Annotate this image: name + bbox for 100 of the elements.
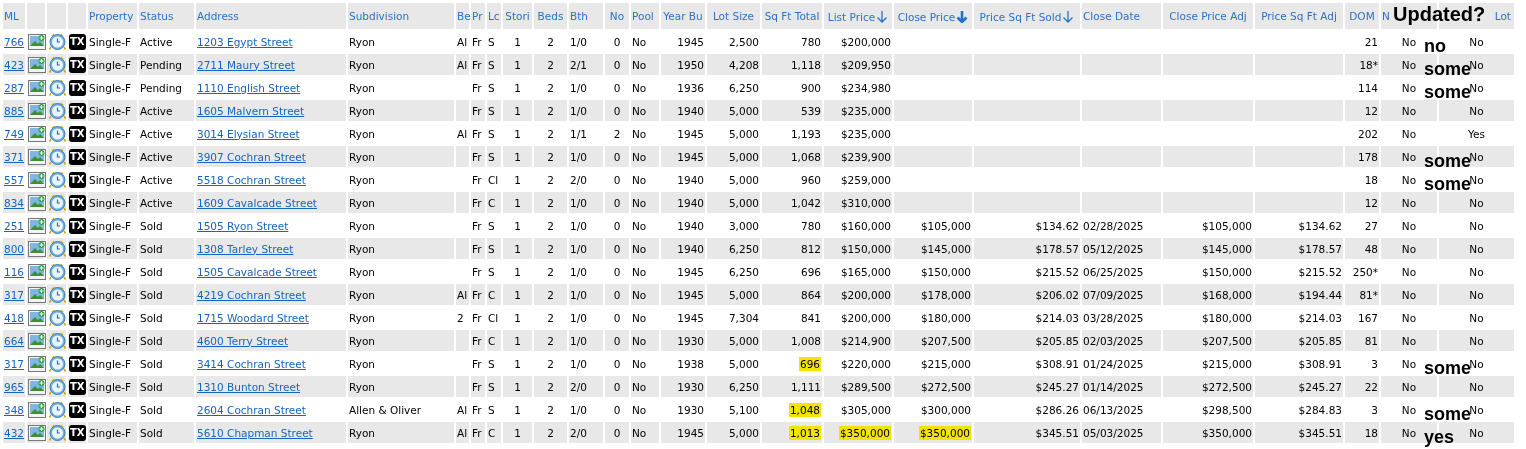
- address-link[interactable]: 1110 English Street: [197, 81, 301, 94]
- listing-number-link[interactable]: 317: [4, 357, 25, 370]
- listing-number-link[interactable]: 557: [4, 173, 25, 186]
- table-cell: 02/28/2025: [1083, 219, 1144, 232]
- photo-icon[interactable]: [28, 424, 46, 441]
- listing-number-link[interactable]: 766: [4, 35, 25, 48]
- table-cell: 1936: [677, 81, 704, 94]
- table-cell: 0: [613, 334, 621, 347]
- table-cell: No: [632, 311, 647, 324]
- alarm-clock-icon[interactable]: [48, 124, 67, 143]
- listing-number-link[interactable]: 287: [4, 81, 25, 94]
- table-cell: $298,500: [1201, 403, 1252, 416]
- photo-icon[interactable]: [28, 332, 46, 349]
- address-link[interactable]: 5518 Cochran Street: [197, 173, 306, 186]
- alarm-clock-icon[interactable]: [48, 32, 67, 51]
- column-header[interactable]: Lot: [1494, 10, 1511, 22]
- column-header[interactable]: N: [1382, 10, 1390, 22]
- table-cell: Yes: [1468, 127, 1485, 140]
- photo-icon[interactable]: [28, 79, 46, 96]
- table-cell: No: [1401, 58, 1417, 71]
- sort-arrow-icon[interactable]: [876, 9, 889, 23]
- photo-icon[interactable]: [28, 194, 46, 211]
- address-link[interactable]: 3414 Cochran Street: [197, 357, 306, 370]
- table-cell: Single-F: [89, 150, 132, 163]
- table-cell: 1/0: [570, 403, 587, 416]
- listing-number-link[interactable]: 749: [4, 127, 25, 140]
- photo-icon[interactable]: [28, 401, 46, 418]
- table-cell: 2/0: [570, 380, 587, 393]
- alarm-clock-icon[interactable]: [48, 239, 67, 258]
- table-cell: No: [1401, 127, 1417, 140]
- highlighted-value: $350,000: [838, 425, 891, 440]
- sort-arrow-icon[interactable]: [1062, 9, 1075, 23]
- alarm-clock-icon[interactable]: [48, 101, 67, 120]
- photo-icon[interactable]: [28, 56, 46, 73]
- photo-icon[interactable]: [28, 309, 46, 326]
- table-cell: Ryon: [349, 127, 375, 140]
- listing-number-link[interactable]: 116: [4, 265, 25, 278]
- table-cell: 5,000: [728, 104, 759, 117]
- table-cell: 1,111: [790, 380, 821, 393]
- table-cell: $308.91: [1298, 357, 1342, 370]
- address-link[interactable]: 1505 Ryon Street: [197, 219, 289, 232]
- photo-icon[interactable]: [28, 125, 46, 142]
- photo-icon[interactable]: [28, 171, 46, 188]
- table-cell: Al: [457, 35, 468, 48]
- table-cell: 2/0: [570, 173, 587, 186]
- table-cell: 1: [514, 380, 521, 393]
- alarm-clock-icon[interactable]: [48, 331, 67, 350]
- photo-icon[interactable]: [28, 240, 46, 257]
- table-cell: Fr: [472, 334, 482, 347]
- table-cell: Ryon: [349, 219, 375, 232]
- highlighted-value: 696: [798, 356, 821, 371]
- listing-number-link[interactable]: 251: [4, 219, 25, 232]
- table-cell: S: [488, 150, 495, 163]
- state-badge: TX: [69, 263, 86, 280]
- alarm-clock-icon[interactable]: [48, 285, 67, 304]
- alarm-clock-icon[interactable]: [48, 308, 67, 327]
- table-cell: 12: [1364, 196, 1378, 209]
- photo-icon[interactable]: [28, 148, 46, 165]
- alarm-clock-icon[interactable]: [48, 354, 67, 373]
- table-cell: 1/0: [570, 150, 587, 163]
- table-cell: 2: [547, 58, 554, 71]
- alarm-clock-icon[interactable]: [48, 78, 67, 97]
- alarm-clock-icon[interactable]: [48, 147, 67, 166]
- sort-arrow-icon[interactable]: [956, 9, 969, 23]
- address-link[interactable]: 3014 Elysian Street: [197, 127, 300, 140]
- alarm-clock-icon[interactable]: [48, 262, 67, 281]
- alarm-clock-icon[interactable]: [48, 423, 67, 442]
- table-cell: 12: [1364, 104, 1378, 117]
- address-link[interactable]: 1203 Egypt Street: [197, 35, 293, 48]
- table-cell: 2: [613, 127, 621, 140]
- table-cell: 1: [514, 58, 521, 71]
- photo-icon[interactable]: [28, 286, 46, 303]
- table-cell: Active: [140, 35, 173, 48]
- table-cell: No: [1469, 380, 1484, 393]
- table-cell: 2: [547, 81, 554, 94]
- listing-number-link[interactable]: 418: [4, 311, 25, 324]
- alarm-clock-icon[interactable]: [48, 400, 67, 419]
- listing-number-link[interactable]: 348: [4, 403, 25, 416]
- alarm-clock-icon[interactable]: [48, 216, 67, 235]
- table-cell: No: [632, 380, 647, 393]
- alarm-clock-icon[interactable]: [48, 377, 67, 396]
- photo-icon[interactable]: [28, 217, 46, 234]
- photo-icon[interactable]: [28, 378, 46, 395]
- table-cell: 21: [1364, 35, 1378, 48]
- column-header[interactable]: Address: [197, 10, 239, 22]
- address-link[interactable]: 1505 Cavalcade Street: [197, 265, 317, 278]
- photo-icon[interactable]: [28, 102, 46, 119]
- address-link[interactable]: 2604 Cochran Street: [197, 403, 306, 416]
- photo-icon[interactable]: [28, 355, 46, 372]
- table-cell: $272,500: [920, 380, 971, 393]
- photo-icon[interactable]: [28, 263, 46, 280]
- address-link[interactable]: 1715 Woodard Street: [197, 311, 309, 324]
- table-cell: Fr: [472, 357, 482, 370]
- alarm-clock-icon[interactable]: [48, 193, 67, 212]
- photo-icon[interactable]: [28, 33, 46, 50]
- table-cell: 1/0: [570, 288, 587, 301]
- alarm-clock-icon[interactable]: [48, 55, 67, 74]
- table-cell: Ryon: [349, 81, 375, 94]
- table-cell: S: [488, 242, 495, 255]
- alarm-clock-icon[interactable]: [48, 170, 67, 189]
